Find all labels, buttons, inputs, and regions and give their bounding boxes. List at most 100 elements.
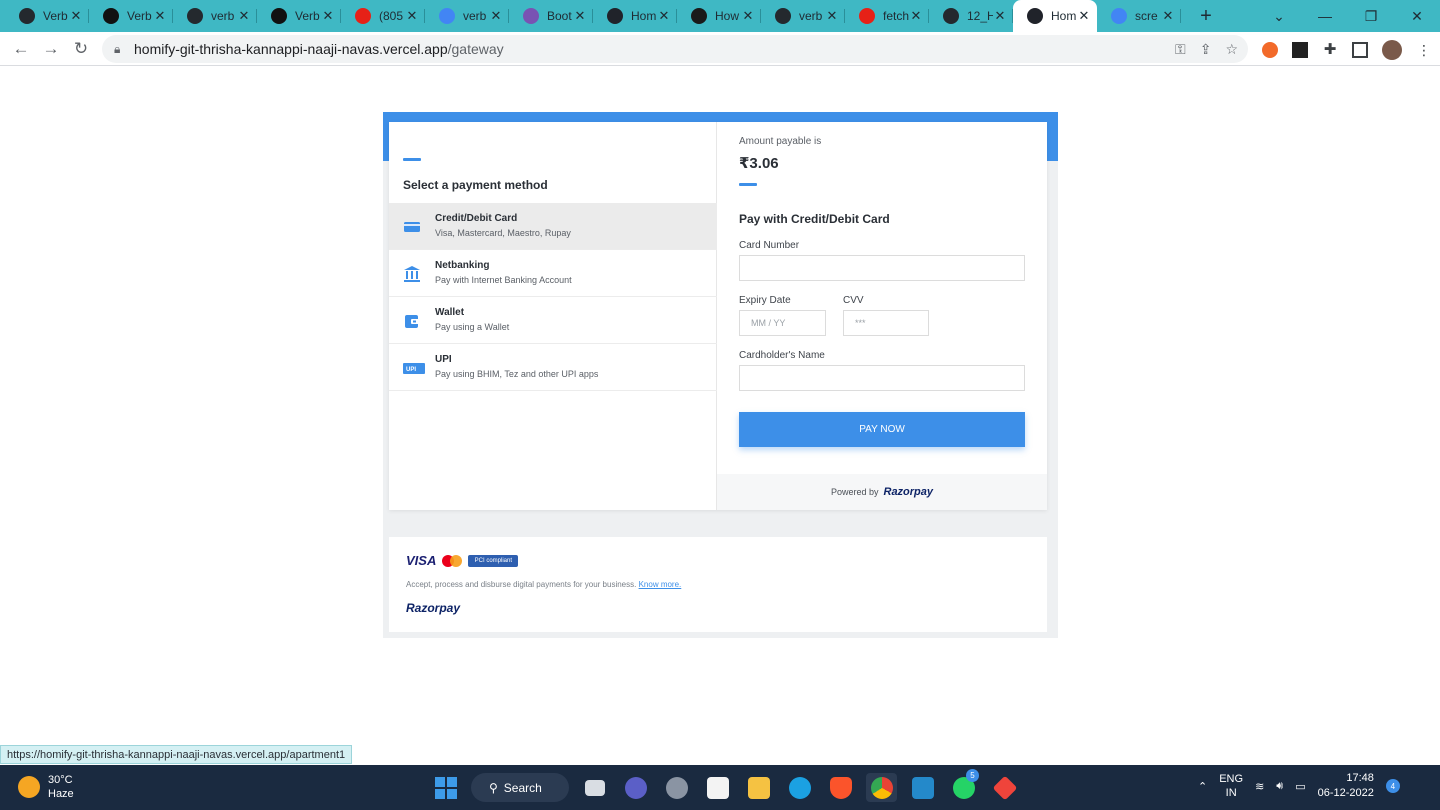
- vscode-icon[interactable]: [907, 773, 938, 802]
- browser-tab[interactable]: fetch ✕: [845, 0, 929, 32]
- amount-label: Amount payable is: [739, 136, 822, 147]
- know-more-link[interactable]: Know more.: [639, 580, 682, 589]
- tab-close-icon[interactable]: ✕: [69, 8, 83, 24]
- browser-toolbar: ← → ↻ 🔒︎ homify-git-thrisha-kannappi-naa…: [0, 32, 1440, 66]
- volume-icon[interactable]: 🔊︎: [1276, 780, 1283, 793]
- anydesk-icon[interactable]: [989, 773, 1020, 802]
- browser-tab[interactable]: Verb ✕: [89, 0, 173, 32]
- payment-method-bank[interactable]: Netbanking Pay with Internet Banking Acco…: [389, 250, 717, 297]
- browser-tab[interactable]: (805 ✕: [341, 0, 425, 32]
- puzzle-extensions-icon[interactable]: ✚: [1322, 42, 1338, 58]
- system-tray: ⌃ ENG IN ≋ 🔊︎ ▭ 17:48 06-12-2022 4: [1198, 771, 1400, 801]
- close-window-button[interactable]: ✕: [1394, 8, 1440, 25]
- wallet-icon: [403, 312, 421, 330]
- github-icon: [187, 8, 203, 24]
- method-title: Netbanking: [435, 260, 490, 271]
- language-indicator[interactable]: ENG IN: [1219, 772, 1243, 800]
- minimize-button[interactable]: —: [1302, 8, 1348, 24]
- amount-value: ₹3.06: [739, 155, 779, 172]
- method-title: Credit/Debit Card: [435, 213, 518, 224]
- settings-gear-icon[interactable]: [661, 773, 692, 802]
- clock[interactable]: 17:48 06-12-2022: [1318, 771, 1374, 801]
- card-number-input[interactable]: [739, 255, 1025, 281]
- payment-method-card[interactable]: Credit/Debit Card Visa, Mastercard, Maest…: [389, 203, 717, 250]
- tab-title: Verb: [127, 9, 152, 23]
- browser-tab[interactable]: Boot ✕: [509, 0, 593, 32]
- profile-avatar[interactable]: [1382, 40, 1402, 60]
- tab-close-icon[interactable]: ✕: [741, 8, 755, 24]
- file-explorer-icon[interactable]: [743, 773, 774, 802]
- side-panel-icon[interactable]: [1352, 42, 1368, 58]
- tray-overflow-chevron-icon[interactable]: ⌃: [1198, 780, 1207, 793]
- cvv-input[interactable]: ***: [843, 310, 929, 336]
- search-icon: ⚲: [489, 780, 498, 795]
- share-icon[interactable]: ⇪: [1200, 41, 1212, 58]
- screenshot-extension-icon[interactable]: [1292, 42, 1308, 58]
- tab-title: Hom: [631, 9, 657, 23]
- teams-chat-icon[interactable]: [620, 773, 651, 802]
- reload-button[interactable]: ↻: [66, 39, 96, 59]
- browser-tab[interactable]: Verb ✕: [5, 0, 89, 32]
- angular-icon: [691, 8, 707, 24]
- github-icon: [775, 8, 791, 24]
- google-icon: [439, 8, 455, 24]
- browser-tab[interactable]: scre ✕: [1097, 0, 1181, 32]
- tab-close-icon[interactable]: ✕: [321, 8, 335, 24]
- brave-browser-icon[interactable]: [825, 773, 856, 802]
- back-button[interactable]: ←: [6, 39, 36, 59]
- expiry-input[interactable]: MM / YY: [739, 310, 826, 336]
- brave-extension-icon[interactable]: [1262, 42, 1278, 58]
- tab-close-icon[interactable]: ✕: [825, 8, 839, 24]
- tab-close-icon[interactable]: ✕: [573, 8, 587, 24]
- key-icon[interactable]: ⚿: [1175, 41, 1186, 58]
- browser-tab[interactable]: Verb ✕: [257, 0, 341, 32]
- checkout-card: Select a payment method Credit/Debit Car…: [389, 122, 1047, 510]
- browser-tab[interactable]: How ✕: [677, 0, 761, 32]
- tab-close-icon[interactable]: ✕: [1161, 8, 1175, 24]
- cardholder-name-input[interactable]: [739, 365, 1025, 391]
- chrome-browser-icon[interactable]: [866, 773, 897, 802]
- bookmark-star-icon[interactable]: ☆: [1225, 41, 1238, 58]
- tab-close-icon[interactable]: ✕: [657, 8, 671, 24]
- verbalize-icon: [271, 8, 287, 24]
- tab-close-icon[interactable]: ✕: [153, 8, 167, 24]
- tab-title: verb: [463, 9, 487, 23]
- address-bar[interactable]: 🔒︎ homify-git-thrisha-kannappi-naaji-nav…: [102, 35, 1248, 63]
- tab-close-icon[interactable]: ✕: [909, 8, 923, 24]
- tab-title: Hom: [1051, 9, 1077, 23]
- footer-description: Accept, process and disburse digital pay…: [406, 580, 682, 589]
- browser-tab[interactable]: verb ✕: [761, 0, 845, 32]
- microsoft-store-icon[interactable]: [702, 773, 733, 802]
- whatsapp-icon[interactable]: 5: [948, 769, 979, 802]
- notification-count-badge[interactable]: 4: [1385, 779, 1400, 793]
- tab-title: 12_H: [967, 9, 993, 23]
- wifi-icon[interactable]: ≋: [1255, 780, 1264, 793]
- github-icon: [19, 8, 35, 24]
- browser-tab[interactable]: 12_H ✕: [929, 0, 1013, 32]
- start-button[interactable]: [430, 773, 461, 802]
- restore-button[interactable]: ❐: [1348, 8, 1394, 25]
- new-tab-button[interactable]: +: [1191, 5, 1221, 28]
- status-url-bubble: https://homify-git-thrisha-kannappi-naaj…: [0, 745, 353, 764]
- tab-close-icon[interactable]: ✕: [1077, 8, 1091, 24]
- payment-method-upi[interactable]: UPI UPI Pay using BHIM, Tez and other UPI …: [389, 344, 717, 391]
- edge-browser-icon[interactable]: [784, 773, 815, 802]
- tab-close-icon[interactable]: ✕: [489, 8, 503, 24]
- browser-tab[interactable]: Hom ✕: [593, 0, 677, 32]
- taskbar-search[interactable]: ⚲ Search: [471, 773, 569, 802]
- weather-widget[interactable]: 30°C Haze: [18, 773, 74, 801]
- browser-tab[interactable]: Hom ✕: [1013, 0, 1097, 32]
- browser-tab[interactable]: verb ✕: [173, 0, 257, 32]
- method-subtitle: Visa, Mastercard, Maestro, Rupay: [435, 228, 571, 238]
- tab-close-icon[interactable]: ✕: [237, 8, 251, 24]
- menu-kebab-icon[interactable]: ⋮: [1416, 42, 1432, 58]
- battery-icon[interactable]: ▭: [1295, 780, 1305, 793]
- tab-close-icon[interactable]: ✕: [993, 8, 1007, 24]
- browser-tab[interactable]: verb ✕: [425, 0, 509, 32]
- tab-close-icon[interactable]: ✕: [405, 8, 419, 24]
- pay-now-button[interactable]: PAY NOW: [739, 412, 1025, 447]
- tab-search-icon[interactable]: ⌄: [1256, 8, 1302, 25]
- payment-method-wallet[interactable]: Wallet Pay using a Wallet: [389, 297, 717, 344]
- forward-button[interactable]: →: [36, 39, 66, 59]
- task-view-icon[interactable]: [579, 773, 610, 802]
